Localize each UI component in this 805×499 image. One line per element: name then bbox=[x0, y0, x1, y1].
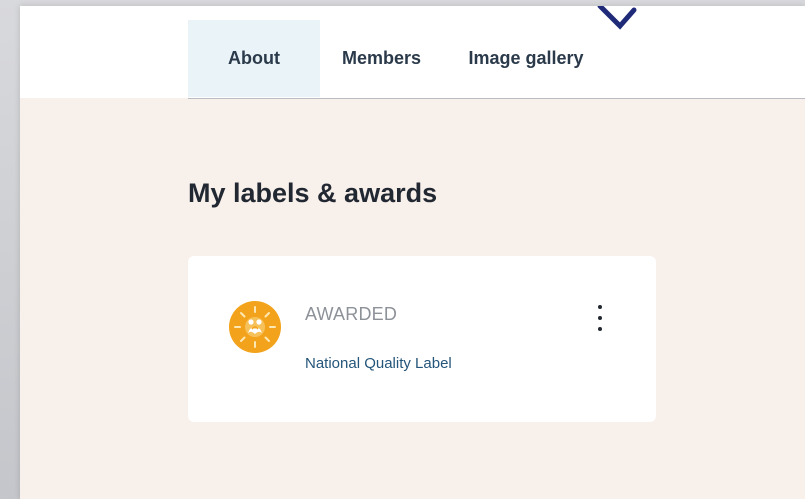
tab-members-label: Members bbox=[341, 48, 422, 68]
tab-image-gallery[interactable]: Image gallery bbox=[443, 20, 609, 97]
tab-members[interactable]: Members bbox=[320, 20, 443, 97]
quality-label-sun-icon bbox=[229, 301, 281, 353]
section-title: My labels & awards bbox=[188, 178, 438, 208]
more-vertical-icon[interactable] bbox=[592, 303, 608, 333]
tab-about[interactable]: About bbox=[188, 20, 320, 97]
tab-bar: About Members Image gallery bbox=[188, 20, 805, 99]
award-card: AWARDED National Quality Label bbox=[188, 256, 656, 422]
tab-about-label: About bbox=[228, 48, 280, 68]
top-bar: About Members Image gallery bbox=[20, 6, 805, 99]
tab-image-gallery-label: Image gallery bbox=[468, 48, 584, 68]
award-status: AWARDED bbox=[305, 304, 398, 324]
page: About Members Image gallery My labels & … bbox=[20, 6, 805, 499]
award-label-link[interactable]: National Quality Label bbox=[305, 355, 452, 372]
